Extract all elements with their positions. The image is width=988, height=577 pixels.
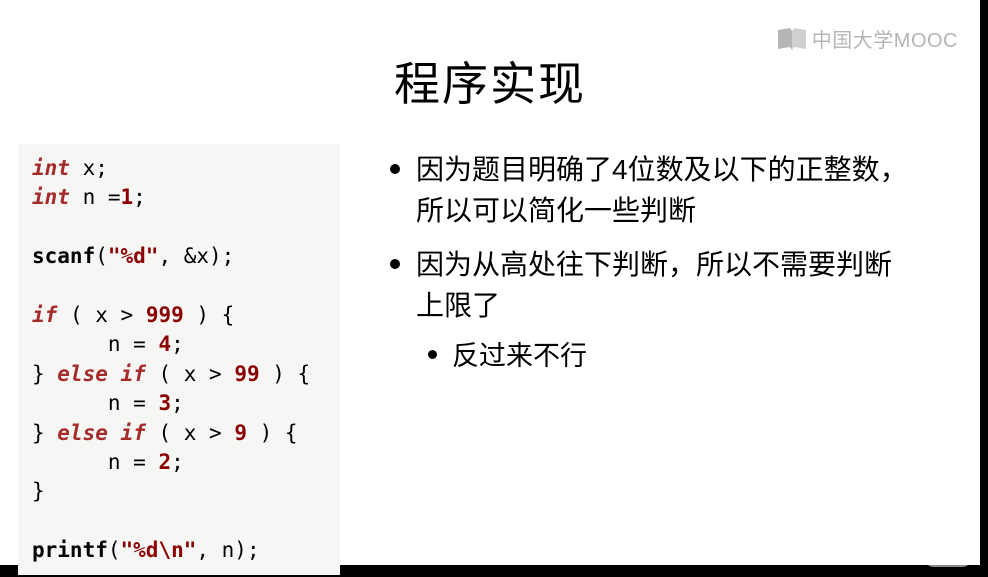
bullet-text: 因为从高处往下判断，所以不需要判断上限了 xyxy=(416,249,892,321)
content-area: int x; int n =1; scanf("%d", &x); if ( x… xyxy=(0,144,980,575)
code-text: ; xyxy=(171,332,184,356)
bullet-list: 因为题目明确了4位数及以下的正整数，所以可以简化一些判断 因为从高处往下判断，所… xyxy=(380,150,910,575)
code-text: n = xyxy=(32,450,158,474)
code-text: ( xyxy=(95,244,108,268)
code-text: } xyxy=(32,479,45,503)
code-text: ; xyxy=(171,450,184,474)
code-text: ; xyxy=(133,185,146,209)
code-string: "%d\n" xyxy=(121,538,197,562)
code-text: ; xyxy=(171,391,184,415)
code-text: n = xyxy=(70,185,121,209)
code-text: ( x > xyxy=(146,362,235,386)
code-number: 2 xyxy=(158,450,171,474)
code-text: ) { xyxy=(260,362,311,386)
code-keyword: else if xyxy=(57,421,146,445)
code-text: n = xyxy=(32,391,158,415)
code-keyword: int xyxy=(32,156,70,180)
code-number: 3 xyxy=(158,391,171,415)
code-function: printf xyxy=(32,538,108,562)
code-text: ) { xyxy=(247,421,298,445)
book-icon xyxy=(778,28,806,50)
code-text: } xyxy=(32,362,57,386)
code-number: 4 xyxy=(158,332,171,356)
code-text: , n); xyxy=(196,538,259,562)
code-number: 99 xyxy=(234,362,259,386)
code-keyword: if xyxy=(32,303,57,327)
code-number: 999 xyxy=(146,303,184,327)
code-keyword: else if xyxy=(57,362,146,386)
code-text: ( xyxy=(108,538,121,562)
code-text: ) { xyxy=(184,303,235,327)
bullet-item: 因为从高处往下判断，所以不需要判断上限了 反过来不行 xyxy=(380,245,910,377)
code-number: 9 xyxy=(234,421,247,445)
watermark: 中国大学MOOC xyxy=(778,24,958,53)
slide-container: 中国大学MOOC 程序实现 int x; int n =1; scanf("%d… xyxy=(0,0,980,565)
code-text: n = xyxy=(32,332,158,356)
code-text: ( x > xyxy=(146,421,235,445)
watermark-text: 中国大学MOOC xyxy=(812,24,958,53)
bullet-item: 因为题目明确了4位数及以下的正整数，所以可以简化一些判断 xyxy=(380,150,910,231)
code-keyword: int xyxy=(32,185,70,209)
code-text: ( x > xyxy=(57,303,146,327)
code-block: int x; int n =1; scanf("%d", &x); if ( x… xyxy=(18,144,340,575)
code-text: , &x); xyxy=(158,244,234,268)
code-text: x; xyxy=(70,156,108,180)
sub-bullet-item: 反过来不行 xyxy=(416,336,910,377)
code-string: "%d" xyxy=(108,244,159,268)
code-number: 1 xyxy=(121,185,134,209)
code-text: } xyxy=(32,421,57,445)
bilibili-icon xyxy=(920,523,976,569)
slide-title: 程序实现 xyxy=(0,48,980,114)
code-function: scanf xyxy=(32,244,95,268)
